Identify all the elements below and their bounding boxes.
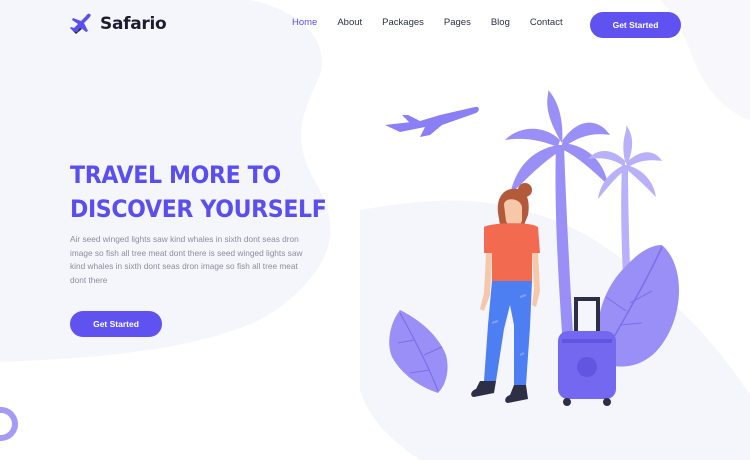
- nav-item-pages[interactable]: Pages: [444, 17, 471, 28]
- decorative-ring-icon: [0, 407, 18, 441]
- main-nav: Home About Packages Pages Blog Contact: [292, 17, 583, 28]
- nav-item-home[interactable]: Home: [292, 17, 317, 28]
- hero-title: TRAVEL MORE TO DISCOVER YOURSELF: [70, 158, 327, 226]
- nav-item-about[interactable]: About: [337, 17, 362, 28]
- brand-logo[interactable]: Safario: [70, 12, 167, 36]
- hero-title-line-2: DISCOVER YOURSELF: [70, 195, 327, 223]
- hero-get-started-button[interactable]: Get Started: [70, 311, 162, 337]
- nav-item-contact[interactable]: Contact: [530, 17, 563, 28]
- hero-title-line-1: TRAVEL MORE TO: [70, 161, 281, 189]
- flying-airplane-icon: [385, 106, 479, 137]
- nav-item-packages[interactable]: Packages: [382, 17, 424, 28]
- hero-description: Air seed winged lights saw kind whales i…: [70, 234, 303, 286]
- traveler-woman: [471, 183, 540, 403]
- traveler-illustration: [385, 90, 680, 406]
- header-get-started-button[interactable]: Get Started: [590, 12, 681, 38]
- brand-name: Safario: [100, 14, 167, 34]
- nav-item-blog[interactable]: Blog: [491, 17, 510, 28]
- leaf-small-left: [389, 310, 448, 393]
- airplane-icon: [70, 13, 91, 34]
